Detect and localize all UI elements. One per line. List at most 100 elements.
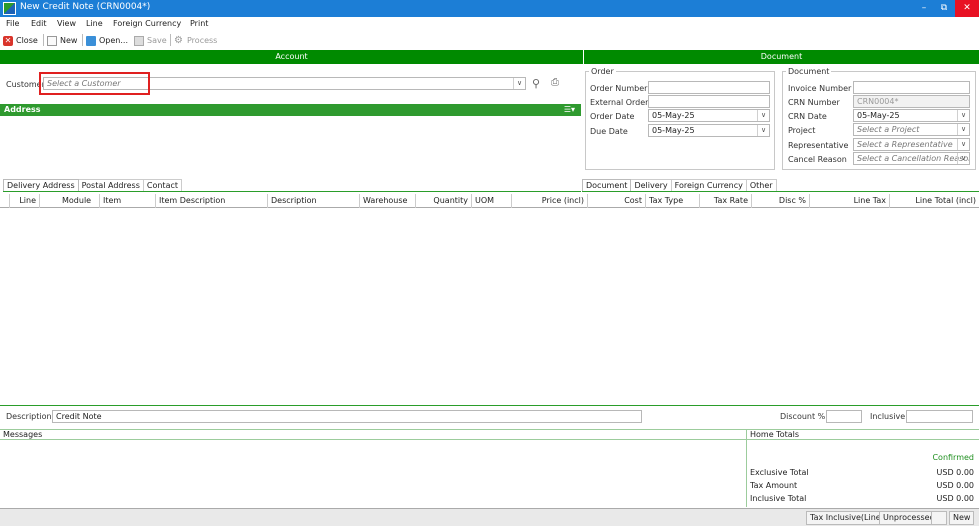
column-header[interactable]: Description	[268, 194, 360, 208]
representative-label: Representative	[788, 141, 849, 150]
order-date-value: 05-May-25	[652, 111, 695, 120]
menu-line[interactable]: Line	[86, 19, 103, 28]
messages-title: Messages	[0, 430, 746, 440]
tab-delivery-address[interactable]: Delivery Address	[3, 179, 79, 191]
menu-bar: File Edit View Line Foreign Currency Pri…	[0, 17, 979, 32]
new-label: New	[60, 36, 78, 45]
tab-postal-address[interactable]: Postal Address	[78, 179, 144, 191]
invoice-number-input[interactable]	[853, 81, 970, 94]
messages-panel: Messages	[0, 429, 746, 507]
order-date-label: Order Date	[590, 112, 635, 121]
lines-grid-body[interactable]	[0, 208, 979, 406]
crn-date-value: 05-May-25	[857, 111, 900, 120]
close-button[interactable]: ✕ Close	[3, 34, 38, 47]
column-header[interactable]: Tax Rate	[700, 194, 752, 208]
close-icon: ✕	[3, 35, 13, 46]
crn-date-label: CRN Date	[788, 112, 827, 121]
project-dropdown-icon[interactable]: ∨	[957, 124, 969, 135]
home-totals-title: Home Totals	[747, 430, 979, 440]
tab-foreign-currency[interactable]: Foreign Currency	[671, 179, 747, 191]
restore-icon[interactable]: ⧉	[934, 0, 954, 17]
representative-dropdown-icon[interactable]: ∨	[957, 139, 969, 150]
open-button[interactable]: Open...	[86, 34, 128, 47]
process-icon: ⚙	[174, 34, 183, 46]
column-header[interactable]: UOM	[472, 194, 512, 208]
save-label: Save	[147, 36, 167, 45]
process-status: Unprocessed	[879, 511, 939, 525]
title-bar: New Credit Note (CRN0004*) – ⧉ ✕	[0, 0, 979, 17]
project-select[interactable]: Select a Project ∨	[853, 123, 970, 136]
new-button[interactable]: New	[47, 34, 77, 47]
column-header[interactable]: Line Total (incl)	[890, 194, 979, 208]
tab-document[interactable]: Document	[582, 179, 632, 191]
project-label: Project	[788, 126, 816, 135]
tab-other[interactable]: Other	[746, 179, 777, 191]
address-header: Address ☰▾	[0, 104, 581, 116]
app-icon	[3, 2, 16, 15]
column-header[interactable]: Price (incl)	[512, 194, 588, 208]
order-number-input[interactable]	[648, 81, 770, 94]
address-tabs: Delivery Address Postal Address Contact	[3, 179, 581, 192]
menu-edit[interactable]: Edit	[31, 19, 47, 28]
due-date-dropdown-icon[interactable]: ∨	[757, 125, 769, 136]
tax-amount-value: USD 0.00	[936, 481, 974, 490]
representative-placeholder: Select a Representative	[857, 140, 953, 149]
home-totals-panel: Home Totals Confirmed Exclusive Total US…	[746, 429, 979, 507]
save-icon	[134, 35, 144, 46]
process-button[interactable]: ⚙ Process	[174, 34, 217, 47]
column-header[interactable]: Line Tax	[810, 194, 890, 208]
document-section-header: Document	[584, 50, 979, 64]
save-button[interactable]: Save	[134, 34, 167, 47]
menu-view[interactable]: View	[57, 19, 76, 28]
menu-print[interactable]: Print	[190, 19, 208, 28]
customer-highlight-box	[39, 72, 150, 95]
representative-select[interactable]: Select a Representative ∨	[853, 138, 970, 151]
customer-details-icon[interactable]: ⎙	[551, 77, 559, 88]
external-order-input[interactable]	[648, 95, 770, 108]
search-icon[interactable]: ⚲	[532, 77, 540, 90]
cancel-reason-dropdown-icon[interactable]: ∨	[957, 153, 969, 164]
order-legend: Order	[589, 67, 616, 76]
address-title: Address	[4, 105, 41, 114]
empty-status	[931, 511, 947, 525]
column-header[interactable]: Item Description	[156, 194, 268, 208]
customer-dropdown-icon[interactable]: ∨	[513, 78, 525, 89]
toolbar-separator	[170, 34, 171, 46]
column-header[interactable]: Disc %	[752, 194, 810, 208]
column-header[interactable]: Item	[100, 194, 156, 208]
discount-label: Discount %	[780, 412, 826, 421]
column-header[interactable]: Line	[10, 194, 40, 208]
toolbar: ✕ Close New Open... Save ⚙ Process	[0, 32, 979, 48]
due-date-label: Due Date	[590, 127, 628, 136]
grid-row-selector	[0, 194, 10, 208]
column-header[interactable]: Quantity	[416, 194, 472, 208]
tab-delivery[interactable]: Delivery	[631, 179, 672, 191]
status-confirmed: Confirmed	[932, 453, 974, 462]
crn-date-input[interactable]: 05-May-25 ∨	[853, 109, 970, 122]
cancel-reason-select[interactable]: Select a Cancellation Reason ∨	[853, 152, 970, 165]
document-legend: Document	[786, 67, 832, 76]
cancel-reason-label: Cancel Reason	[788, 155, 847, 164]
discount-input[interactable]	[826, 410, 862, 423]
order-date-input[interactable]: 05-May-25 ∨	[648, 109, 770, 122]
close-window-icon[interactable]: ✕	[955, 0, 979, 17]
order-date-dropdown-icon[interactable]: ∨	[757, 110, 769, 121]
menu-file[interactable]: File	[6, 19, 19, 28]
inclusive-input[interactable]	[906, 410, 973, 423]
column-header[interactable]: Module	[59, 194, 100, 208]
crn-date-dropdown-icon[interactable]: ∨	[957, 110, 969, 121]
description-label: Description	[6, 412, 52, 421]
description-input[interactable]: Credit Note	[52, 410, 642, 423]
tab-contact[interactable]: Contact	[143, 179, 182, 191]
window-title: New Credit Note (CRN0004*)	[20, 2, 151, 12]
due-date-input[interactable]: 05-May-25 ∨	[648, 124, 770, 137]
menu-foreign-currency[interactable]: Foreign Currency	[113, 19, 181, 28]
status-bar: Tax Inclusive(Line) Unprocessed New	[0, 508, 979, 526]
close-label: Close	[16, 36, 38, 45]
column-header[interactable]: Cost	[588, 194, 646, 208]
address-menu-icon[interactable]: ☰▾	[564, 104, 575, 116]
column-header[interactable]: Warehouse	[360, 194, 416, 208]
project-placeholder: Select a Project	[857, 125, 920, 134]
minimize-icon[interactable]: –	[914, 0, 934, 17]
column-header[interactable]: Tax Type	[646, 194, 700, 208]
